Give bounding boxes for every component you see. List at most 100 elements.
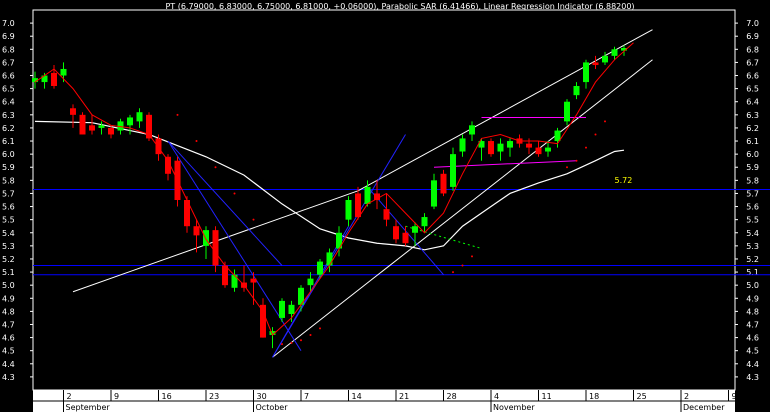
sar-dot	[252, 218, 255, 221]
candle-body-up	[60, 68, 67, 76]
candle-body-up	[127, 117, 133, 126]
candle-body-up	[279, 300, 285, 318]
y-tick-label-right: 6.2	[746, 124, 759, 133]
y-tick-label-right: 6.9	[746, 32, 759, 41]
y-tick-label-left: 6.2	[2, 124, 15, 133]
candle-body-down	[393, 226, 399, 240]
candle-body-up	[288, 304, 295, 314]
x-tick-label: 2	[684, 392, 689, 401]
candle-body-down	[79, 114, 86, 135]
y-tick-label-left: 4.4	[2, 360, 15, 369]
x-tick-label: 9	[732, 392, 737, 401]
y-tick-label-right: 5.9	[746, 163, 759, 172]
sar-dot	[290, 341, 293, 344]
candle-body-down	[526, 143, 532, 148]
candle-body-up	[364, 186, 371, 204]
month-label: October	[256, 403, 289, 412]
sar-dot	[319, 327, 321, 330]
trend-line	[272, 59, 653, 358]
sar-dot	[195, 140, 198, 143]
y-tick-label-left: 6.8	[2, 45, 15, 54]
candle-body-up	[507, 141, 513, 148]
y-tick-label-right: 5.7	[746, 189, 759, 198]
chart-title: PT (6.79000, 6.83000, 6.75000, 6.81000, …	[165, 2, 634, 11]
candle-body-down	[193, 226, 200, 236]
candle-body-down	[51, 72, 57, 86]
sar-dot	[176, 113, 179, 116]
x-tick-label: 18	[589, 392, 599, 401]
y-tick-label-left: 4.8	[2, 307, 15, 316]
y-tick-label-right: 4.9	[746, 294, 759, 303]
y-tick-label-right: 5.0	[746, 281, 759, 290]
y-tick-label-left: 6.7	[2, 58, 15, 67]
candle-body-up	[231, 274, 238, 288]
x-tick-label: 23	[209, 392, 219, 401]
y-tick-label-right: 5.6	[746, 203, 759, 212]
candle-body-up	[412, 226, 418, 233]
y-tick-label-left: 4.5	[2, 347, 15, 356]
candle-body-down	[222, 265, 228, 286]
x-tick-label: 7	[304, 392, 309, 401]
y-tick-label-right: 6.0	[746, 150, 759, 159]
candle-body-down	[108, 127, 114, 135]
y-tick-label-left: 6.0	[2, 150, 15, 159]
y-tick-label-left: 6.3	[2, 111, 15, 120]
x-tick-label: 30	[257, 392, 267, 401]
y-tick-label-left: 5.7	[2, 189, 15, 198]
candle-body-down	[70, 108, 76, 115]
candle-body-up	[431, 180, 437, 207]
sar-dot	[566, 166, 568, 169]
candle-body-up	[583, 62, 589, 83]
y-tick-label-right: 5.3	[746, 242, 759, 251]
candle-body-up	[203, 230, 209, 246]
x-tick-label: 9	[114, 392, 119, 401]
y-tick-label-left: 4.3	[2, 373, 15, 382]
y-tick-label-left: 5.8	[2, 176, 15, 185]
candle-body-down	[89, 125, 95, 131]
fan-line	[167, 140, 302, 351]
y-tick-label-right: 5.4	[746, 229, 759, 238]
plot-frame	[32, 9, 736, 391]
y-tick-label-left: 5.4	[2, 229, 15, 238]
candle-body-up	[573, 86, 580, 96]
y-tick-label-right: 4.3	[746, 373, 759, 382]
y-tick-label-right: 6.5	[746, 85, 759, 94]
sar-dot	[461, 264, 464, 267]
y-tick-label-left: 5.5	[2, 216, 15, 225]
sar-dot	[233, 192, 236, 195]
level-annotation: 5.72	[615, 176, 633, 185]
y-tick-label-right: 6.6	[746, 72, 759, 81]
candle-body-down	[535, 147, 542, 155]
sar-dot	[281, 343, 283, 346]
candle-body-up	[421, 217, 428, 227]
x-tick-label: 25	[637, 392, 647, 401]
y-tick-label-left: 5.1	[2, 268, 15, 277]
candle-body-up	[326, 252, 333, 266]
x-tick-label: 4	[494, 392, 499, 401]
y-tick-label-left: 5.2	[2, 255, 15, 264]
sar-dot	[604, 120, 606, 123]
y-tick-label-left: 5.0	[2, 281, 15, 290]
y-tick-label-right: 6.1	[746, 137, 759, 146]
candle-body-down	[250, 278, 257, 283]
y-tick-label-left: 6.5	[2, 85, 15, 94]
y-tick-label-right: 4.8	[746, 307, 759, 316]
y-tick-label-right: 5.2	[746, 255, 759, 264]
candle-body-down	[155, 138, 162, 155]
regression-line	[34, 42, 634, 336]
y-tick-label-left: 5.6	[2, 203, 15, 212]
candle-body-up	[307, 278, 314, 286]
y-tick-label-right: 4.4	[746, 360, 759, 369]
candle-body-down	[440, 173, 447, 194]
sar-dot	[214, 166, 217, 169]
y-tick-label-right: 6.3	[746, 111, 759, 120]
candle-body-up	[554, 130, 561, 142]
y-tick-label-left: 6.1	[2, 137, 15, 146]
y-tick-label-right: 4.6	[746, 334, 759, 343]
candle-body-up	[611, 49, 618, 56]
sar-dot	[594, 133, 597, 136]
candle-body-up	[602, 55, 608, 63]
y-tick-label-right: 6.7	[746, 58, 759, 67]
sar-dot	[452, 271, 454, 274]
candle-body-down	[355, 193, 361, 218]
